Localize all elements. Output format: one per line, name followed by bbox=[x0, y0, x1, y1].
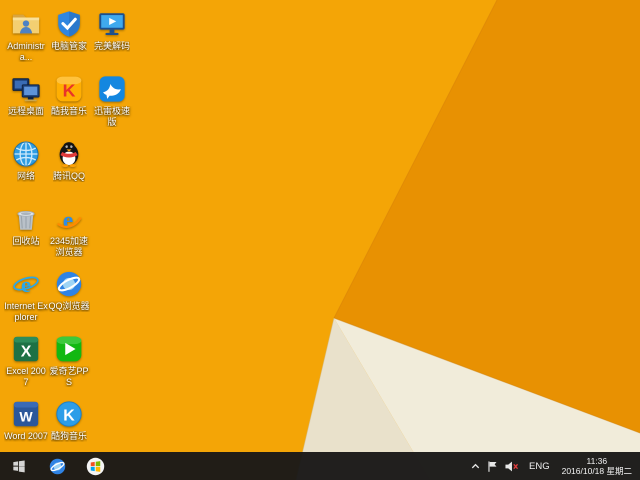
system-tray: ENG 11:36 2016/10/18 星期二 bbox=[467, 452, 640, 480]
desktop-icon-label: 迅雷极速版 bbox=[93, 106, 130, 127]
xunlei-icon bbox=[97, 74, 127, 104]
desktop-icon-recycle-bin[interactable]: 回收站 bbox=[4, 204, 48, 247]
desktop-icon-label: 电脑管家 bbox=[50, 41, 87, 51]
qq-browser-icon bbox=[48, 457, 67, 476]
volume-button[interactable] bbox=[502, 452, 521, 480]
desktop-icon-iqiyi-pps[interactable]: 爱奇艺PPS bbox=[47, 334, 91, 387]
network-icon bbox=[11, 139, 41, 169]
desktop-icon-remote-desktop[interactable]: 远程桌面 bbox=[4, 74, 48, 117]
e2345-icon: e bbox=[54, 204, 84, 234]
win-flag-icon bbox=[11, 458, 27, 474]
qq-browser-icon bbox=[54, 269, 84, 299]
desktop-icon-label: 腾讯QQ bbox=[52, 171, 85, 181]
monitor-play-icon bbox=[97, 9, 127, 39]
desktop-icon-xunlei[interactable]: 迅雷极速版 bbox=[90, 74, 134, 127]
kuwo-icon: K bbox=[54, 74, 84, 104]
desktop-icon-internet-explorer[interactable]: e Internet Explorer bbox=[4, 269, 48, 322]
remote-desktop-icon bbox=[11, 74, 41, 104]
desktop-icon-label: Internet Explorer bbox=[4, 301, 48, 322]
svg-text:W: W bbox=[19, 409, 33, 425]
clock-date: 2016/10/18 星期二 bbox=[561, 466, 632, 476]
desktop-icon-2345-browser[interactable]: e 2345加速浏览器 bbox=[47, 204, 91, 257]
desktop-icon-kugou-music[interactable]: K 酷狗音乐 bbox=[47, 399, 91, 442]
user-folder-icon bbox=[11, 9, 41, 39]
clock-time: 11:36 bbox=[586, 456, 608, 466]
action-center-button[interactable] bbox=[484, 452, 501, 480]
desktop-icon-label: Administra... bbox=[7, 41, 45, 62]
excel-icon: X bbox=[11, 334, 41, 364]
desktop-icon-label: Word 2007 bbox=[4, 431, 48, 441]
taskbar-buttons bbox=[0, 452, 114, 480]
word-icon: W bbox=[11, 399, 41, 429]
flag-icon bbox=[486, 460, 499, 473]
svg-text:K: K bbox=[63, 408, 75, 425]
svg-text:X: X bbox=[21, 344, 32, 361]
desktop-icon-label: QQ浏览器 bbox=[48, 301, 90, 311]
start-button[interactable] bbox=[0, 452, 38, 480]
shield-icon bbox=[54, 9, 84, 39]
desktop-icon-label: 远程桌面 bbox=[7, 106, 44, 116]
qq-icon bbox=[54, 139, 84, 169]
kugou-icon: K bbox=[54, 399, 84, 429]
desktop-icon-pc-manager[interactable]: 电脑管家 bbox=[47, 9, 91, 52]
svg-text:e: e bbox=[21, 272, 31, 297]
desktop-icon-kuwo-music[interactable]: K 酷我音乐 bbox=[47, 74, 91, 117]
taskbar: ENG 11:36 2016/10/18 星期二 bbox=[0, 452, 640, 480]
desktop-icon-qq-browser[interactable]: QQ浏览器 bbox=[47, 269, 91, 312]
desktop-icon-excel-2007[interactable]: X Excel 2007 bbox=[4, 334, 48, 387]
desktop[interactable]: Administra... 远程桌面网络回收站 e Internet Explorer… bbox=[0, 0, 640, 480]
desktop-icon-label: 回收站 bbox=[12, 236, 40, 246]
desktop-icon-word-2007[interactable]: W Word 2007 bbox=[4, 399, 48, 442]
desktop-icon-label: 网络 bbox=[16, 171, 35, 181]
desktop-icon-network[interactable]: 网络 bbox=[4, 139, 48, 182]
svg-text:K: K bbox=[63, 81, 76, 101]
desktop-icon-label: 酷狗音乐 bbox=[50, 431, 87, 441]
desktop-icon-label: 爱奇艺PPS bbox=[49, 366, 89, 387]
ie-icon: e bbox=[11, 269, 41, 299]
desktop-icon-grid: Administra... 远程桌面网络回收站 e Internet Explorer… bbox=[0, 0, 640, 452]
show-hidden-icons-button[interactable] bbox=[467, 452, 483, 480]
win-circle-icon bbox=[86, 457, 105, 476]
windows-circle-taskbar-button[interactable] bbox=[76, 452, 114, 480]
svg-text:e: e bbox=[63, 207, 73, 233]
language-indicator[interactable]: ENG bbox=[522, 452, 557, 480]
desktop-icon-tencent-qq[interactable]: 腾讯QQ bbox=[47, 139, 91, 182]
desktop-icon-administrator[interactable]: Administra... bbox=[4, 9, 48, 62]
speaker-muted-icon bbox=[504, 460, 519, 473]
desktop-icon-label: 2345加速浏览器 bbox=[49, 236, 89, 257]
desktop-icon-purecodec[interactable]: 完美解码 bbox=[90, 9, 134, 52]
qq-browser-taskbar-button[interactable] bbox=[38, 452, 76, 480]
desktop-icon-label: 完美解码 bbox=[93, 41, 130, 51]
pps-icon bbox=[54, 334, 84, 364]
chevron-up-icon bbox=[470, 461, 481, 472]
clock[interactable]: 11:36 2016/10/18 星期二 bbox=[558, 456, 636, 476]
desktop-icon-label: Excel 2007 bbox=[6, 366, 46, 387]
desktop-icon-label: 酷我音乐 bbox=[50, 106, 87, 116]
recycle-bin-icon bbox=[11, 204, 41, 234]
